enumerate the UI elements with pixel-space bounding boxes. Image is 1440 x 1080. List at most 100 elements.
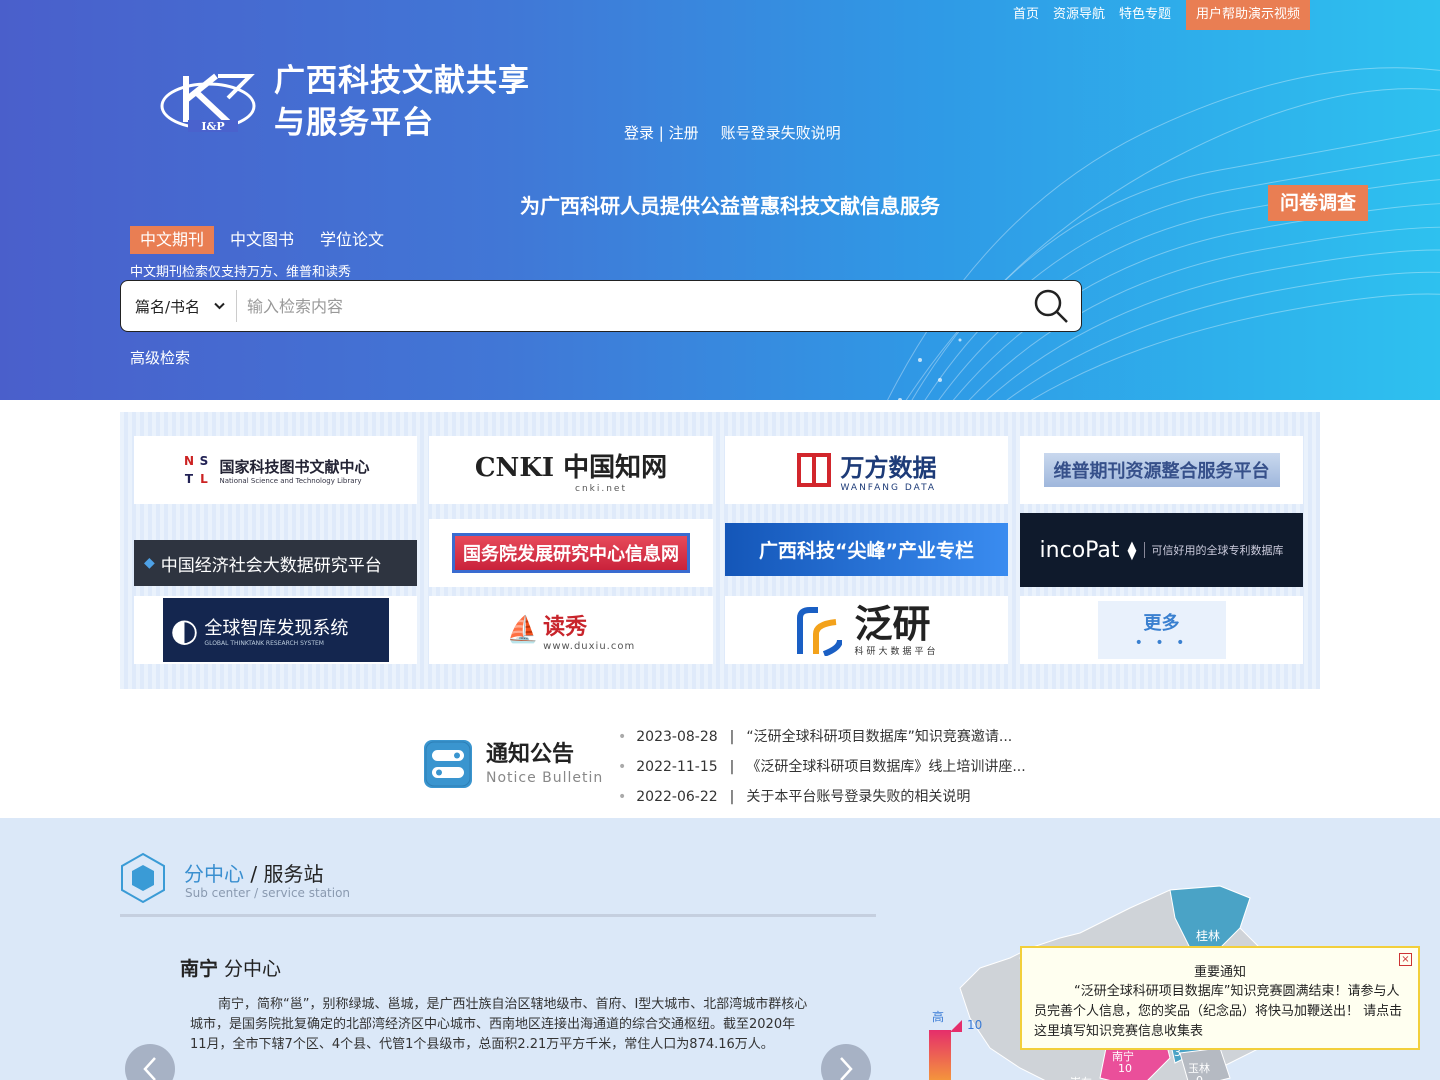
map-label-nanning-count: 10: [1118, 1062, 1132, 1075]
resource-fanyan-label: 泛研: [854, 601, 931, 646]
popup-body-text: “泛研全球科研项目数据库”知识竞赛圆满结束！请参与人员完善个人信息，您的奖品（纪…: [1034, 984, 1400, 1019]
search-field-select[interactable]: 篇名/书名: [121, 290, 237, 322]
notice-subtitle: Notice Bulletin: [486, 770, 604, 786]
city-title: 南宁 分中心: [180, 954, 281, 981]
login-register-link[interactable]: 登录 | 注册: [624, 122, 699, 143]
resource-duxiu[interactable]: ⛵ 读秀 www.duxiu.com: [429, 596, 713, 664]
notice-list: 2023-08-28| “泛研全球科研项目数据库”知识竞赛邀请... 2022-…: [618, 722, 1026, 812]
svg-text:I&P: I&P: [201, 120, 224, 133]
resource-cnki-label: CNKI 中国知网: [474, 452, 668, 483]
map-label-yulin-count: 0: [1196, 1074, 1203, 1080]
site-slogan: 为广西科研人员提供公益普惠科技文献信息服务: [520, 194, 940, 218]
resource-more-dots: • • •: [1134, 635, 1189, 651]
tab-chinese-journals[interactable]: 中文期刊: [130, 226, 215, 254]
search-box: 篇名/书名: [120, 280, 1082, 332]
important-notice-popup: × 重要通知 “泛研全球科研项目数据库”知识竞赛圆满结束！请参与人员完善个人信息…: [1020, 946, 1420, 1050]
resource-cei[interactable]: ◆ 中国经济社会大数据研究平台: [134, 540, 417, 586]
map-label-chongzuo: 崇左: [1070, 1076, 1092, 1080]
popup-body: “泛研全球科研项目数据库”知识竞赛圆满结束！请参与人员完善个人信息，您的奖品（纪…: [1022, 982, 1418, 1042]
help-video-button[interactable]: 用户帮助演示视频: [1185, 0, 1310, 30]
layers-icon: ◆: [144, 555, 155, 571]
resource-vip[interactable]: 维普期刊资源整合服务平台: [1020, 436, 1303, 504]
resource-cnki-sub: cnki.net: [575, 483, 627, 494]
map-label-yulin: 玉林: [1188, 1061, 1210, 1075]
notice-date: 2022-11-15: [636, 759, 718, 775]
notice-text[interactable]: 《泛研全球科研项目数据库》线上培训讲座...: [746, 756, 1025, 778]
notice-title: 通知公告: [486, 742, 575, 767]
logo-title: 广西科技文献共享 与服务平台: [274, 60, 530, 144]
site-logo[interactable]: I&P 广西科技文献共享 与服务平台: [158, 60, 530, 144]
resource-incopat[interactable]: incoPat ⧫ 可信好用的全球专利数据库: [1020, 513, 1303, 587]
subcenter-subtitle: Sub center / service station: [185, 886, 351, 900]
resource-vip-label: 维普期刊资源整合服务平台: [1053, 461, 1270, 482]
chevron-right-icon: [840, 1057, 853, 1080]
city-description: 南宁，简称“邕”，别称绿城、邕城，是广西壮族自治区辖地级市、首府、Ⅰ型大城市、北…: [190, 997, 808, 1052]
resource-duxiu-label: 读秀: [543, 613, 588, 640]
logo-title-line2: 与服务平台: [274, 105, 434, 141]
resource-cnki[interactable]: CNKI 中国知网 cnki.net: [429, 436, 713, 504]
next-arrow-button[interactable]: [821, 1044, 871, 1080]
resource-fanyan[interactable]: 泛研 科研大数据平台: [725, 596, 1008, 664]
notice-date: 2023-08-28: [636, 729, 718, 745]
nav-featured-link[interactable]: 特色专题: [1112, 0, 1178, 30]
legend-pointer-icon: [950, 1020, 962, 1032]
map-legend-bar[interactable]: [929, 1030, 951, 1080]
resource-grid: NSTL 国家科技图书文献中心 National Science and Tec…: [120, 412, 1320, 689]
subcenter-title: 分中心 / 服务站: [184, 858, 323, 887]
advanced-search-link[interactable]: 高级检索: [130, 347, 190, 368]
globe-icon: ◐: [170, 611, 199, 649]
legend-high-label: 高: [932, 1010, 945, 1024]
resource-cei-label: 中国经济社会大数据研究平台: [160, 555, 382, 576]
resource-gxkj-label: 广西科技“尖峰”产业专栏: [759, 540, 974, 562]
popup-title: 重要通知: [1193, 965, 1246, 980]
notice-text[interactable]: 关于本平台账号登录失败的相关说明: [746, 786, 970, 808]
resource-drcnet[interactable]: 国务院发展研究中心信息网: [429, 519, 713, 587]
subcenter-title-highlight: 分中心: [184, 862, 244, 886]
resource-wanfang[interactable]: 万方数据 WANFANG DATA: [725, 436, 1008, 504]
resource-nstl-sub: National Science and Technology Library: [219, 476, 362, 485]
legend-max-value: 10: [967, 1018, 983, 1032]
resource-wanfang-label: 万方数据: [840, 453, 937, 482]
decorative-globe: [887, 67, 1440, 400]
search-input[interactable]: [237, 286, 1021, 326]
resource-incopat-sub: 可信好用的全球专利数据库: [1144, 542, 1283, 558]
prev-arrow-button[interactable]: [125, 1044, 175, 1080]
nav-resources-link[interactable]: 资源导航: [1046, 0, 1112, 30]
survey-button[interactable]: 问卷调查: [1268, 185, 1368, 221]
notice-date: 2022-06-22: [636, 789, 718, 805]
resource-thinktank[interactable]: ◐ 全球智库发现系统 GLOBAL THINKTANK RESEARCH SYS…: [134, 596, 417, 664]
resource-drcnet-label: 国务院发展研究中心信息网: [463, 544, 679, 565]
resource-gxkj[interactable]: 广西科技“尖峰”产业专栏: [725, 523, 1008, 576]
notice-item[interactable]: 2022-06-22| 关于本平台账号登录失败的相关说明: [618, 782, 1026, 812]
logo-emblem-icon: I&P: [160, 73, 256, 133]
chevron-down-icon: [214, 299, 225, 313]
tab-dissertations[interactable]: 学位论文: [310, 226, 394, 254]
nav-home-link[interactable]: 首页: [1006, 0, 1046, 30]
subcenter-divider: [120, 914, 876, 917]
top-navigation: 首页 资源导航 特色专题 用户帮助演示视频: [1006, 0, 1310, 30]
search-field-value: 篇名/书名: [135, 297, 201, 316]
resource-more-label: 更多: [1143, 613, 1180, 634]
hexagon-icon: [121, 852, 165, 904]
resource-thinktank-sub: GLOBAL THINKTANK RESEARCH SYSTEM: [204, 639, 324, 647]
resource-wanfang-sub: WANFANG DATA: [840, 482, 937, 493]
city-name: 南宁: [180, 958, 219, 980]
close-icon[interactable]: ×: [1399, 953, 1412, 966]
resource-more[interactable]: 更多 • • •: [1020, 596, 1303, 664]
auth-links: 登录 | 注册 账号登录失败说明: [624, 122, 841, 143]
search-icon[interactable]: [1021, 281, 1081, 331]
tab-chinese-books[interactable]: 中文图书: [220, 226, 304, 254]
notice-item[interactable]: 2022-11-15| 《泛研全球科研项目数据库》线上培训讲座...: [618, 752, 1025, 782]
wanfang-logo-icon: [796, 453, 831, 487]
resource-incopat-label: incoPat: [1039, 537, 1120, 563]
login-fail-help-link[interactable]: 账号登录失败说明: [721, 122, 841, 143]
logo-title-line1: 广西科技文献共享: [274, 63, 530, 99]
map-label-guilin: 桂林: [1196, 928, 1220, 943]
notice-item[interactable]: 2023-08-28| “泛研全球科研项目数据库”知识竞赛邀请...: [618, 722, 1026, 752]
subcenter-title-rest: / 服务站: [244, 862, 324, 886]
resource-thinktank-label: 全球智库发现系统: [204, 617, 349, 639]
fanyan-logo-icon: [797, 607, 843, 656]
sail-icon: ⛵: [506, 615, 540, 645]
notice-text[interactable]: “泛研全球科研项目数据库”知识竞赛邀请...: [746, 726, 1012, 748]
resource-nstl[interactable]: NSTL 国家科技图书文献中心 National Science and Tec…: [134, 436, 417, 504]
